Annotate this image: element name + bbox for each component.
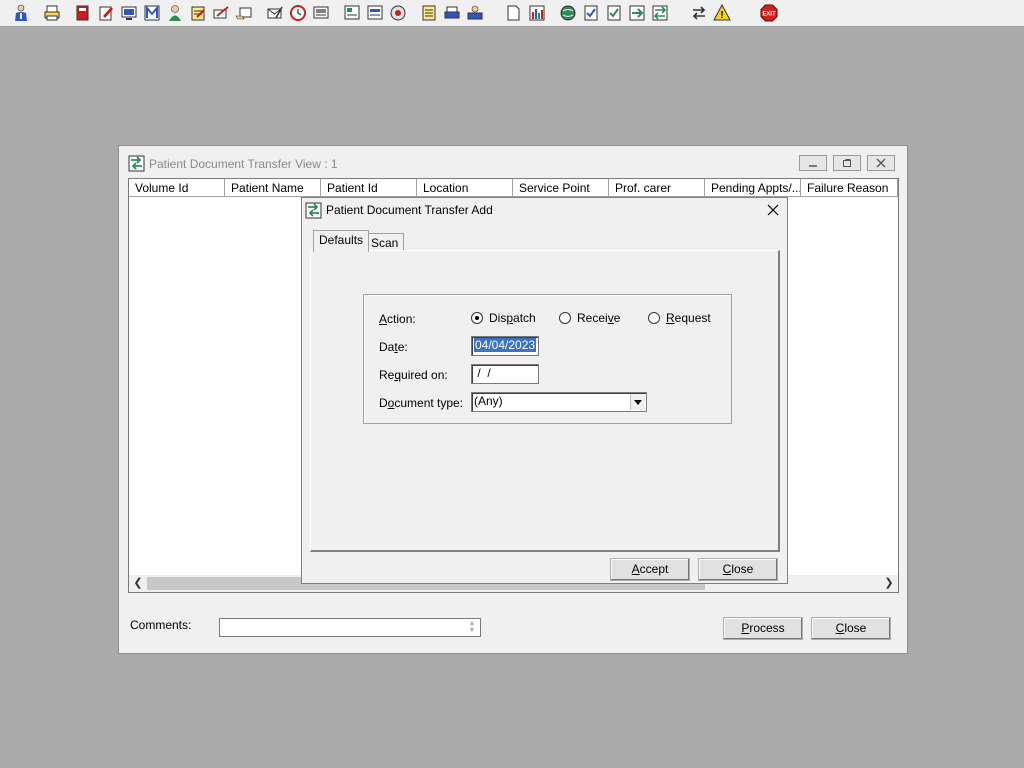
- radio-receive[interactable]: Recei v e: [559, 311, 620, 325]
- document-type-label: Document type:: [379, 396, 464, 410]
- minimize-icon: [809, 165, 817, 167]
- comments-input[interactable]: ▲ ▼: [219, 618, 481, 637]
- comments-spin-icon[interactable]: ▲ ▼: [466, 620, 478, 635]
- swap-arrows-icon[interactable]: [688, 2, 710, 24]
- date-field[interactable]: 04/04/2023: [471, 336, 539, 356]
- dialog-close-button[interactable]: Close: [698, 558, 778, 581]
- note-edit-icon[interactable]: [95, 2, 117, 24]
- book-icon[interactable]: [72, 2, 94, 24]
- window-title: Patient Document Transfer View : 1: [149, 157, 338, 171]
- comments-label: Comments:: [130, 618, 192, 632]
- scroll-right-icon[interactable]: ❯: [882, 577, 896, 590]
- hand-paper-icon[interactable]: [233, 2, 255, 24]
- window-close-button[interactable]: [867, 155, 895, 171]
- column-header-volume-id[interactable]: Volume Id: [129, 179, 225, 197]
- window-titlebar[interactable]: Patient Document Transfer View : 1: [119, 146, 907, 178]
- required-on-field[interactable]: / /: [471, 364, 539, 384]
- column-header-pending-appts[interactable]: Pending Appts/...: [705, 179, 801, 197]
- app-icon: [128, 155, 145, 172]
- column-header-location[interactable]: Location: [417, 179, 513, 197]
- notepad-icon[interactable]: [418, 2, 440, 24]
- globe-icon[interactable]: [557, 2, 579, 24]
- list-icon[interactable]: [341, 2, 363, 24]
- print-icon[interactable]: [41, 2, 63, 24]
- date-label: Date:: [379, 340, 408, 354]
- radio-dispatch[interactable]: Dis p atch: [471, 311, 536, 325]
- required-on-label: Required on:: [379, 368, 448, 382]
- process-button[interactable]: Process: [723, 617, 803, 640]
- restore-icon: [843, 159, 851, 167]
- exit-icon[interactable]: EXIT: [758, 2, 780, 24]
- radio-request[interactable]: Request: [648, 311, 711, 325]
- document-type-value: (Any): [474, 394, 503, 408]
- monitor-icon[interactable]: [118, 2, 140, 24]
- date-value: 04/04/2023: [474, 338, 537, 352]
- envelope-pen-icon[interactable]: [264, 2, 286, 24]
- dialog-app-icon: [305, 202, 322, 219]
- form-icon[interactable]: [364, 2, 386, 24]
- required-on-value: / /: [474, 366, 491, 380]
- disc-icon[interactable]: [387, 2, 409, 24]
- restore-button[interactable]: [833, 155, 861, 171]
- page-icon[interactable]: [502, 2, 524, 24]
- minimize-button[interactable]: [799, 155, 827, 171]
- column-header-service-point[interactable]: Service Point: [513, 179, 609, 197]
- transfer-add-dialog: Patient Document Transfer Add Defaults S…: [301, 197, 788, 584]
- bar-chart-icon[interactable]: [526, 2, 548, 24]
- dialog-title: Patient Document Transfer Add: [326, 203, 493, 217]
- column-header-patient-name[interactable]: Patient Name: [225, 179, 321, 197]
- arrows-form-icon[interactable]: [626, 2, 648, 24]
- screen-icon[interactable]: [310, 2, 332, 24]
- warning-icon[interactable]: !: [711, 2, 733, 24]
- mail-m-icon[interactable]: [141, 2, 163, 24]
- person-icon[interactable]: [164, 2, 186, 24]
- warning-symbol: !: [720, 10, 723, 21]
- printer-person-icon[interactable]: [441, 2, 463, 24]
- clipboard-icon[interactable]: [187, 2, 209, 24]
- column-header-failure-reason[interactable]: Failure Reason: [801, 179, 898, 197]
- radio-request-dot[interactable]: [648, 312, 660, 324]
- scroll-left-icon[interactable]: ❮: [131, 577, 145, 590]
- hand-pen-icon[interactable]: [210, 2, 232, 24]
- action-label: Action:: [379, 312, 416, 326]
- green-arrows-icon[interactable]: [649, 2, 671, 24]
- column-header-prof-carer[interactable]: Prof. carer: [609, 179, 705, 197]
- defaults-group: Action: Dis p atch Recei v e Request Date: 0…: [363, 294, 732, 424]
- defaults-panel: Action: Dis p atch Recei v e Request Date: 0…: [310, 250, 780, 552]
- chevron-down-icon[interactable]: [630, 394, 645, 410]
- printer-doc-icon[interactable]: [464, 2, 486, 24]
- grid-header: Volume Id Patient Name Patient Id Locati…: [129, 179, 898, 197]
- clipboard-check-icon[interactable]: [580, 2, 602, 24]
- clock-icon[interactable]: [287, 2, 309, 24]
- tab-defaults[interactable]: Defaults: [313, 230, 370, 252]
- nurse-icon[interactable]: [10, 2, 32, 24]
- accept-button[interactable]: Accept: [610, 558, 690, 581]
- close-icon: [876, 158, 886, 168]
- document-type-select[interactable]: (Any): [471, 392, 647, 412]
- radio-receive-dot[interactable]: [559, 312, 571, 324]
- main-close-button[interactable]: Close: [811, 617, 891, 640]
- radio-dispatch-dot[interactable]: [471, 312, 483, 324]
- exit-label: EXIT: [762, 12, 776, 18]
- dialog-close-icon[interactable]: [764, 201, 782, 219]
- check-form-icon[interactable]: [603, 2, 625, 24]
- main-toolbar: ! EXIT: [0, 0, 1024, 27]
- column-header-patient-id[interactable]: Patient Id: [321, 179, 417, 197]
